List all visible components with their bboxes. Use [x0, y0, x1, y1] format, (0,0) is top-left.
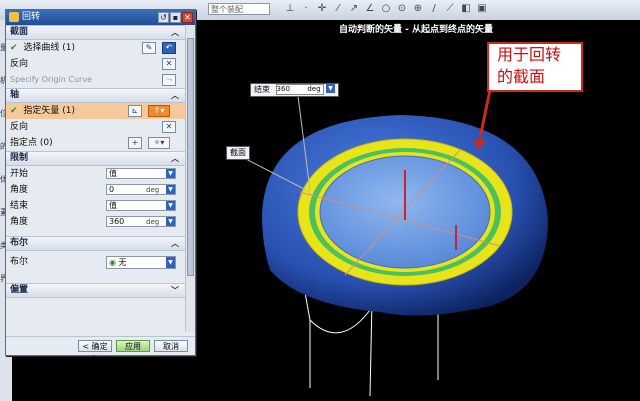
point-dialog-icon[interactable]: +	[128, 137, 142, 149]
end-tag-unit: deg	[307, 85, 321, 93]
section-reverse-row: 反向 ✕	[6, 56, 185, 72]
section-header-boolean[interactable]: 布尔 ︿	[6, 236, 185, 251]
dialog-title: 回转	[22, 12, 41, 22]
chevron-up-icon: ︿	[171, 28, 179, 37]
start-row: 开始 值 ▼	[6, 166, 185, 182]
curve-select-icon[interactable]: ↶	[162, 42, 176, 54]
reverse-label: 反向	[10, 59, 29, 69]
select-curve-label: 选择曲线 (1)	[23, 43, 76, 53]
specify-origin-row: Specify Origin Curve ⤳	[6, 72, 185, 88]
section-header-label: 偏置	[10, 285, 29, 295]
angle-label: 角度	[10, 185, 29, 195]
cancel-button[interactable]: 取消	[154, 340, 188, 352]
section-header-label: 截面	[10, 27, 29, 37]
end-angle-input[interactable]: 360 ▼	[106, 216, 176, 227]
origin-curve-icon[interactable]: ⤳	[162, 74, 176, 86]
start-select[interactable]: 值 ▼	[106, 168, 176, 179]
end-angle-row: 角度 360 ▼ deg	[6, 214, 185, 230]
callout-line: 用于回转	[497, 45, 562, 64]
dialog-button-row: < 确定 > 应用 取消	[6, 336, 195, 362]
end-tag-input[interactable]: 360 deg	[275, 84, 324, 95]
specify-point-label: 指定点 (0)	[10, 138, 53, 148]
check-icon: ✔	[10, 43, 18, 53]
chevron-up-icon: ︿	[171, 91, 179, 100]
start-label: 开始	[10, 169, 29, 179]
select-curve-row[interactable]: ✔ 选择曲线 (1) ✎ ↶	[6, 40, 185, 56]
start-angle-row: 角度 0 ▼ deg	[6, 182, 185, 198]
vector-dialog-icon[interactable]: ⊾	[128, 105, 142, 117]
section-tag: 截面	[226, 146, 250, 160]
angle-unit: deg	[146, 218, 160, 226]
reset-icon[interactable]: ↺	[158, 12, 169, 23]
chevron-down-icon: ﹀	[171, 286, 179, 295]
dropdown-arrow-icon: ▼	[166, 169, 175, 178]
revolve-icon	[9, 12, 19, 22]
inferred-vector-icon[interactable]: ↑▾	[148, 105, 170, 117]
specify-point-row[interactable]: 指定点 (0) + ✧▾	[6, 135, 185, 151]
chevron-up-icon: ︿	[171, 239, 179, 248]
reverse-label: 反向	[10, 122, 29, 132]
reverse-direction-icon[interactable]: ✕	[162, 121, 176, 133]
check-icon: ✔	[10, 106, 18, 116]
end-tag-label: 结束	[254, 85, 270, 94]
no-boolean-icon: ◉	[109, 258, 116, 267]
angle-unit: deg	[146, 186, 160, 194]
section-header-label: 轴	[10, 90, 20, 100]
section-header-limits[interactable]: 限制 ︿	[6, 151, 185, 166]
section-callout: 用于回转 的截面	[487, 42, 583, 92]
revolve-dialog: 回转 ↺ ▪ ✕ 截面 ︿ ✔ 选择曲线 (1) ✎ ↶ 反向 ✕ Specif…	[5, 9, 196, 362]
end-tag-arrow-icon[interactable]: ▼	[326, 84, 336, 93]
section-header-label: 布尔	[10, 238, 29, 248]
end-row: 结束 值 ▼	[6, 198, 185, 214]
reverse-direction-icon[interactable]: ✕	[162, 58, 176, 70]
end-label: 结束	[10, 201, 29, 211]
model-edge	[369, 299, 373, 397]
axis-reverse-row: 反向 ✕	[6, 119, 185, 135]
chevron-up-icon: ︿	[171, 154, 179, 163]
dropdown-arrow-icon: ▼	[166, 185, 175, 194]
end-tag-value: 360	[276, 85, 290, 93]
section-header-axis[interactable]: 轴 ︿	[6, 88, 185, 103]
inferred-point-icon[interactable]: ✧▾	[148, 137, 170, 149]
end-value: 值	[109, 201, 117, 210]
section-header-offset[interactable]: 偏置 ﹀	[6, 283, 185, 298]
close-icon[interactable]: ✕	[182, 12, 193, 23]
apply-button[interactable]: 应用	[116, 340, 150, 352]
boolean-select[interactable]: ◉ 无 ▼	[106, 256, 176, 269]
start-value: 值	[109, 169, 117, 178]
start-angle-value: 0	[109, 185, 115, 194]
sketch-icon[interactable]: ✎	[142, 42, 156, 54]
scrollbar-thumb[interactable]	[187, 38, 194, 276]
boolean-row: 布尔 ◉ 无 ▼	[6, 251, 185, 273]
section-header-label: 限制	[10, 153, 29, 163]
dropdown-arrow-icon: ▼	[166, 201, 175, 210]
specify-vector-row[interactable]: ✔ 指定矢量 (1) ⊾ ↑▾	[6, 103, 185, 119]
start-angle-input[interactable]: 0 ▼	[106, 184, 176, 195]
ok-button[interactable]: < 确定 >	[78, 340, 112, 362]
dropdown-arrow-icon: ▼	[166, 217, 175, 226]
specify-vector-label: 指定矢量 (1)	[23, 106, 76, 116]
boolean-label: 布尔	[10, 257, 29, 267]
section-header-section[interactable]: 截面 ︿	[6, 25, 185, 40]
callout-line: 的截面	[497, 67, 546, 86]
dropdown-arrow-icon: ▼	[166, 257, 175, 268]
boolean-value: 无	[118, 258, 127, 267]
dialog-title-bar[interactable]: 回转 ↺ ▪ ✕	[6, 10, 195, 25]
collapse-icon[interactable]: ▪	[170, 12, 181, 23]
specify-origin-label: Specify Origin Curve	[10, 75, 92, 84]
end-select[interactable]: 值 ▼	[106, 200, 176, 211]
end-angle-value: 360	[109, 217, 125, 226]
angle-label: 角度	[10, 217, 29, 227]
end-angle-tag[interactable]: 结束 360 deg ▼	[250, 83, 340, 97]
dialog-scrollbar[interactable]	[185, 26, 195, 332]
